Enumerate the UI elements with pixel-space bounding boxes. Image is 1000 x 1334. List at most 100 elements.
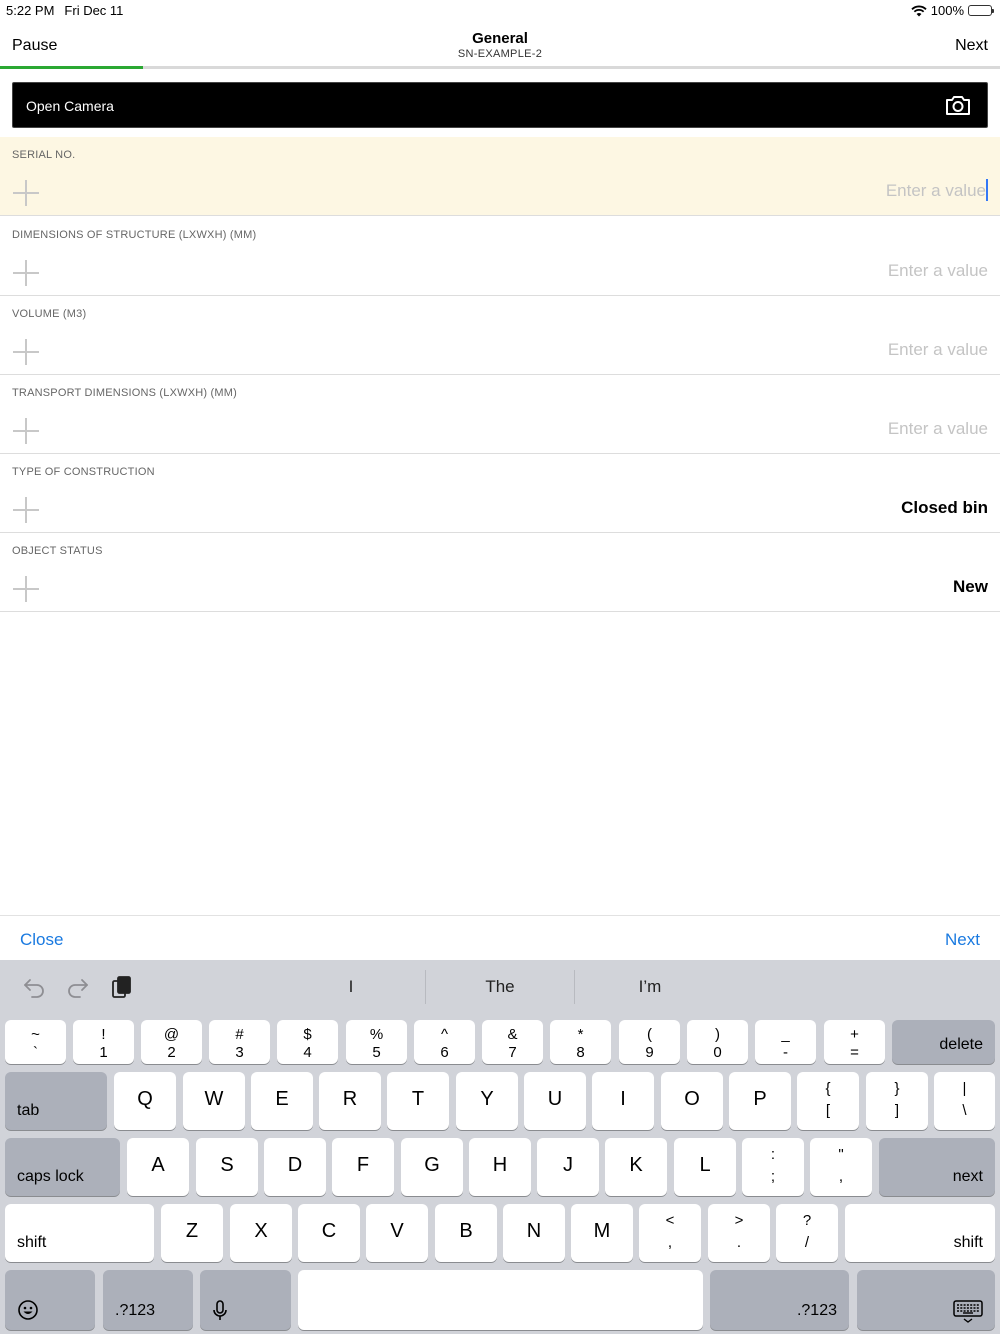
- emoji-key[interactable]: [5, 1270, 95, 1330]
- key-z[interactable]: Z: [161, 1204, 223, 1262]
- key-n[interactable]: N: [503, 1204, 565, 1262]
- field-label: VOLUME (M3): [12, 308, 87, 320]
- key-c[interactable]: C: [298, 1204, 360, 1262]
- key-semicolon[interactable]: :;: [742, 1138, 804, 1196]
- key-v[interactable]: V: [366, 1204, 428, 1262]
- camera-icon: [946, 96, 970, 115]
- plus-icon[interactable]: [13, 497, 39, 523]
- redo-icon[interactable]: [66, 975, 90, 999]
- open-camera-label: Open Camera: [26, 98, 114, 114]
- microphone-icon: [213, 1300, 227, 1320]
- numbers-key-right[interactable]: .?123: [710, 1270, 849, 1330]
- numbers-key-left[interactable]: .?123: [103, 1270, 193, 1330]
- key-left-bracket[interactable]: {[: [797, 1072, 859, 1130]
- key-8[interactable]: * 8: [550, 1020, 611, 1064]
- tab-key[interactable]: tab: [5, 1072, 107, 1130]
- field-input[interactable]: Enter a value: [886, 181, 986, 201]
- field-type-of-construction[interactable]: TYPE OF CONSTRUCTION Closed bin: [0, 454, 1000, 533]
- next-field-button[interactable]: Next: [945, 930, 980, 950]
- field-serial-no[interactable]: SERIAL NO. Enter a value: [0, 137, 1000, 216]
- delete-key[interactable]: delete: [892, 1020, 995, 1064]
- field-value[interactable]: New: [953, 577, 988, 597]
- plus-icon[interactable]: [13, 418, 39, 444]
- key-i[interactable]: I: [592, 1072, 654, 1130]
- key-g[interactable]: G: [401, 1138, 463, 1196]
- key-comma[interactable]: <,: [639, 1204, 701, 1262]
- field-volume[interactable]: VOLUME (M3) Enter a value: [0, 296, 1000, 375]
- plus-icon[interactable]: [13, 576, 39, 602]
- key-t[interactable]: T: [387, 1072, 449, 1130]
- battery-percent: 100%: [930, 3, 964, 18]
- key-1[interactable]: ! 1: [73, 1020, 134, 1064]
- key-3[interactable]: #3: [209, 1020, 270, 1064]
- nav-title-group: General SN-EXAMPLE-2: [0, 30, 1000, 60]
- hide-keyboard-key[interactable]: [857, 1270, 995, 1330]
- field-label: OBJECT STATUS: [12, 545, 103, 557]
- key-j[interactable]: J: [537, 1138, 599, 1196]
- key-backtick[interactable]: ~ `: [5, 1020, 66, 1064]
- suggestion-1[interactable]: I: [281, 977, 421, 997]
- key-y[interactable]: Y: [456, 1072, 518, 1130]
- close-button[interactable]: Close: [20, 930, 63, 950]
- key-b[interactable]: B: [435, 1204, 497, 1262]
- key-h[interactable]: H: [469, 1138, 531, 1196]
- space-bar[interactable]: [298, 1270, 703, 1330]
- plus-icon[interactable]: [13, 260, 39, 286]
- key-e[interactable]: E: [251, 1072, 313, 1130]
- key-6[interactable]: ^ 6: [414, 1020, 475, 1064]
- key-backslash[interactable]: | \: [934, 1072, 995, 1130]
- next-key[interactable]: next: [879, 1138, 995, 1196]
- text-cursor: [986, 179, 988, 201]
- key-a[interactable]: A: [127, 1138, 189, 1196]
- key-s[interactable]: S: [196, 1138, 258, 1196]
- page-title: General: [472, 30, 528, 47]
- shift-key-right[interactable]: shift: [845, 1204, 995, 1262]
- dictation-key[interactable]: [200, 1270, 291, 1330]
- key-f[interactable]: F: [332, 1138, 394, 1196]
- page-subtitle: SN-EXAMPLE-2: [457, 48, 543, 60]
- caps-lock-key[interactable]: caps lock: [5, 1138, 120, 1196]
- suggestion-3[interactable]: I’m: [580, 977, 720, 997]
- key-k[interactable]: K: [605, 1138, 667, 1196]
- key-0[interactable]: ) 0: [687, 1020, 748, 1064]
- plus-icon[interactable]: [13, 180, 39, 206]
- key-quote[interactable]: ",: [810, 1138, 872, 1196]
- key-u[interactable]: U: [524, 1072, 586, 1130]
- nav-next-button[interactable]: Next: [955, 37, 988, 55]
- open-camera-button[interactable]: Open Camera: [12, 82, 988, 128]
- suggestion-2[interactable]: The: [430, 977, 570, 997]
- key-r[interactable]: R: [319, 1072, 381, 1130]
- key-o[interactable]: O: [661, 1072, 723, 1130]
- key-2[interactable]: @2: [141, 1020, 202, 1064]
- key-equals[interactable]: + =: [824, 1020, 885, 1064]
- key-l[interactable]: L: [674, 1138, 736, 1196]
- key-x[interactable]: X: [230, 1204, 292, 1262]
- key-slash[interactable]: ? /: [776, 1204, 838, 1262]
- key-5[interactable]: % 5: [346, 1020, 407, 1064]
- key-period[interactable]: >.: [708, 1204, 770, 1262]
- field-input[interactable]: Enter a value: [888, 419, 988, 439]
- field-input[interactable]: Enter a value: [888, 340, 988, 360]
- field-input[interactable]: Enter a value: [888, 261, 988, 281]
- key-7[interactable]: & 7: [482, 1020, 543, 1064]
- key-9[interactable]: (9: [619, 1020, 680, 1064]
- key-w[interactable]: W: [183, 1072, 245, 1130]
- plus-icon[interactable]: [13, 339, 39, 365]
- field-value[interactable]: Closed bin: [901, 498, 988, 518]
- key-right-bracket[interactable]: }]: [866, 1072, 928, 1130]
- field-object-status[interactable]: OBJECT STATUS New: [0, 533, 1000, 612]
- shift-key-left[interactable]: shift: [5, 1204, 154, 1262]
- key-4[interactable]: $4: [277, 1020, 338, 1064]
- field-label: TRANSPORT DIMENSIONS (LXWXH) (MM): [12, 387, 237, 399]
- keyboard-accessory-bar: Close Next: [0, 915, 1000, 960]
- hide-keyboard-icon: [953, 1300, 983, 1323]
- field-transport-dimensions[interactable]: TRANSPORT DIMENSIONS (LXWXH) (MM) Enter …: [0, 375, 1000, 454]
- key-d[interactable]: D: [264, 1138, 326, 1196]
- key-m[interactable]: M: [571, 1204, 633, 1262]
- undo-icon[interactable]: [22, 975, 46, 999]
- field-dimensions-of-structure[interactable]: DIMENSIONS OF STRUCTURE (LXWXH) (MM) Ent…: [0, 217, 1000, 296]
- paste-icon[interactable]: [110, 975, 134, 999]
- key-minus[interactable]: _ -: [755, 1020, 816, 1064]
- key-q[interactable]: Q: [114, 1072, 176, 1130]
- key-p[interactable]: P: [729, 1072, 791, 1130]
